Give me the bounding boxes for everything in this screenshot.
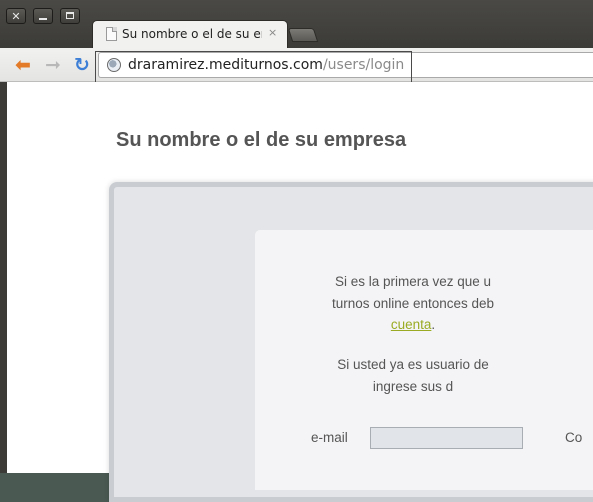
email-field[interactable] — [370, 427, 523, 449]
minimize-icon — [39, 18, 47, 20]
globe-icon — [107, 58, 121, 72]
create-account-link[interactable]: cuenta — [391, 317, 432, 332]
url-host: draramirez.mediturnos.com — [128, 57, 323, 73]
window-close-button[interactable]: ✕ — [6, 8, 26, 24]
reload-button[interactable]: ↻ — [70, 53, 94, 77]
password-label: Co — [565, 430, 583, 445]
first-time-message-line3: cuenta. — [120, 317, 593, 332]
close-icon: ✕ — [11, 10, 21, 23]
back-button[interactable]: ⬅ — [11, 53, 35, 77]
existing-user-message-line2: ingrese sus d — [372, 379, 454, 394]
address-bar[interactable]: draramirez.mediturnos.com/users/login — [98, 52, 593, 78]
forward-button[interactable]: ➞ — [41, 53, 65, 77]
window-maximize-button[interactable] — [60, 8, 80, 24]
tab-title: Su nombre o el de su empr — [122, 27, 262, 41]
page-icon — [106, 27, 117, 41]
window-minimize-button[interactable] — [33, 8, 53, 24]
maximize-icon — [66, 12, 74, 19]
browser-window: ✕ Su nombre o el de su empr × ⬅ ➞ ↻ drar… — [0, 0, 593, 502]
arrow-right-icon: ➞ — [45, 54, 61, 76]
tab-close-icon[interactable]: × — [268, 26, 277, 39]
arrow-left-icon: ⬅ — [15, 54, 31, 76]
page-title: Su nombre o el de su empresa — [116, 129, 407, 151]
existing-user-message-line1: Si usted ya es usuario de — [337, 357, 489, 372]
first-time-message-line2: turnos online entonces deb — [331, 296, 495, 311]
link-trailing-period: . — [431, 317, 436, 332]
first-time-message-line1: Si es la primera vez que u — [334, 274, 492, 289]
url-path: /users/login — [322, 57, 405, 73]
reload-icon: ↻ — [74, 54, 90, 76]
url-text[interactable]: draramirez.mediturnos.com/users/login — [128, 57, 404, 73]
new-tab-button[interactable] — [287, 28, 319, 42]
title-bar: ✕ Su nombre o el de su empr × — [0, 0, 593, 48]
browser-toolbar: ⬅ ➞ ↻ draramirez.mediturnos.com/users/lo… — [0, 48, 593, 82]
tab-active[interactable]: Su nombre o el de su empr × — [92, 20, 288, 48]
email-label: e-mail — [311, 430, 348, 445]
